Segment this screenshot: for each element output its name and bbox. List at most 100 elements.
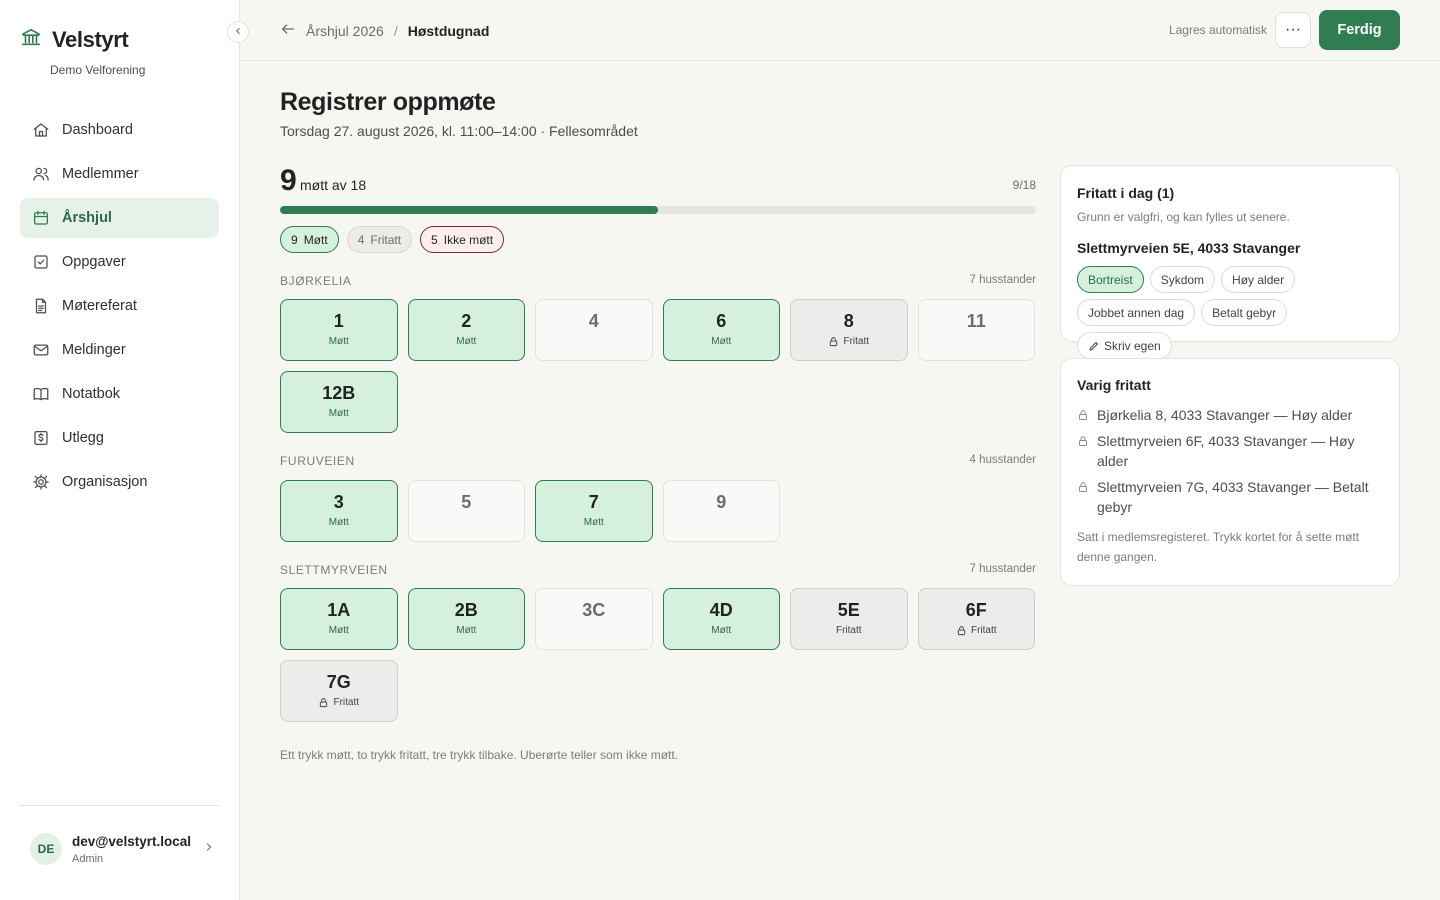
house-card[interactable]: 6 Møtt (662, 299, 780, 361)
house-number: 2 (461, 311, 472, 331)
user-email: dev@velstyrt.local (72, 833, 191, 849)
house-card[interactable]: 3 Møtt (280, 480, 398, 542)
receipt-icon (32, 429, 50, 447)
house-number: 3 (333, 492, 344, 512)
summary-count: 5 (431, 232, 438, 247)
house-status-label: Fritatt (835, 625, 862, 636)
summary-chip-met: 9 Møtt (280, 226, 339, 253)
reason-chip[interactable]: Sykdom (1149, 266, 1216, 293)
sidebar-item-oppgaver[interactable]: Oppgaver (20, 242, 219, 282)
sidebar-item-møtereferat[interactable]: Møtereferat (20, 286, 219, 326)
house-number: 8 (843, 311, 854, 331)
permanent-exempt-item[interactable]: Slettmyrveien 6F, 4033 Stavanger — Høy a… (1077, 431, 1383, 471)
breadcrumb-current: Høstdugnad (407, 22, 490, 39)
permanent-exempt-note: Satt i medlemsregisteret. Trykk kortet f… (1077, 530, 1360, 564)
permanent-exempt-card: Varig fritatt Bjørkelia 8, 4033 Stavange… (1060, 358, 1400, 586)
sidebar-item-meldinger[interactable]: Meldinger (20, 330, 219, 370)
exempt-today-description: Grunn er valgfri, og kan fylles ut sener… (1077, 210, 1290, 224)
topbar: Årshjul 2026 / Høstdugnad Lagres automat… (240, 0, 1440, 61)
house-status: Fritatt (828, 336, 869, 347)
household-count: 4 husstander (969, 454, 1037, 466)
house-card[interactable]: 4 (535, 299, 653, 361)
house-card[interactable]: 11 (917, 299, 1035, 361)
house-status-label: Fritatt (970, 625, 997, 636)
breadcrumb-parent[interactable]: Årshjul 2026 (306, 23, 384, 39)
summary-label: Møtt (303, 232, 328, 247)
house-number: 5 (461, 492, 472, 512)
house-card[interactable]: 7G Fritatt (280, 660, 398, 722)
brand[interactable]: Velstyrt (20, 26, 129, 53)
sidebar-item-årshjul[interactable]: Årshjul (20, 198, 219, 238)
house-number: 12B (322, 383, 356, 403)
collapse-sidebar-button[interactable] (227, 21, 249, 43)
event-details: Torsdag 27. august 2026, kl. 11:00–14:00… (280, 123, 638, 139)
reason-chip[interactable]: Skriv egen (1077, 332, 1172, 359)
house-status-label: Fritatt (843, 336, 870, 347)
house-card[interactable]: 1A Møtt (280, 588, 398, 650)
lock-icon (1077, 431, 1089, 471)
house-card[interactable]: 5 (407, 480, 525, 542)
brand-name: Velstyrt (52, 26, 129, 52)
permanent-exempt-item[interactable]: Bjørkelia 8, 4033 Stavanger — Høy alder (1077, 405, 1383, 425)
exempt-address: Slettmyrveien 5E, 4033 Stavanger (1077, 240, 1301, 256)
house-card[interactable]: 3C (535, 588, 653, 650)
more-icon: ··· (1285, 21, 1301, 38)
house-status-label: Møtt (456, 625, 477, 636)
sidebar-item-dashboard[interactable]: Dashboard (20, 110, 219, 150)
mail-icon (32, 341, 50, 359)
house-card[interactable]: 2B Møtt (407, 588, 525, 650)
house-status-label: Møtt (328, 336, 349, 347)
house-number: 5E (837, 600, 860, 620)
street-header: FURUVEIEN 4 husstander (280, 454, 1036, 470)
sidebar-item-utlegg[interactable]: Utlegg (20, 418, 219, 458)
gear-icon (32, 473, 50, 491)
reason-chip[interactable]: Bortreist (1077, 266, 1144, 293)
house-status: Møtt (456, 336, 476, 347)
house-card[interactable]: 1 Møtt (280, 299, 398, 361)
house-card[interactable]: 2 Møtt (407, 299, 525, 361)
summary-chips: 9 Møtt 4 Fritatt 5 Ikke møtt (280, 226, 505, 253)
house-card[interactable]: 6F Fritatt (917, 588, 1035, 650)
house-card[interactable]: 4D Møtt (662, 588, 780, 650)
more-options-button[interactable]: ··· (1275, 12, 1311, 48)
street-header: BJØRKELIA 7 husstander (280, 274, 1036, 290)
back-arrow-icon[interactable] (280, 21, 296, 40)
reason-chip[interactable]: Høy alder (1221, 266, 1296, 293)
summary-chip-exempt: 4 Fritatt (346, 226, 413, 253)
sidebar-item-medlemmer[interactable]: Medlemmer (20, 154, 219, 194)
sidebar-item-notatbok[interactable]: Notatbok (20, 374, 219, 414)
reason-chips: Bortreist Sykdom Høy alder Jobbet annen dag… (1077, 266, 1387, 359)
autosave-status: Lagres automatisk (1168, 23, 1267, 37)
house-number: 6F (965, 600, 987, 620)
house-card[interactable]: 12B Møtt (280, 371, 398, 433)
lock-icon (956, 625, 967, 636)
sidebar-item-label: Medlemmer (62, 166, 139, 182)
house-card[interactable]: 7 Møtt (535, 480, 653, 542)
sidebar-item-organisasjon[interactable]: Organisasjon (20, 462, 219, 502)
reason-label: Høy alder (1232, 272, 1285, 287)
house-status: Møtt (584, 517, 604, 528)
house-status: Fritatt (956, 625, 997, 636)
household-count: 7 husstander (969, 563, 1037, 575)
house-number: 2B (454, 600, 478, 620)
lock-icon (318, 697, 329, 708)
sidebar-item-label: Dashboard (62, 122, 133, 138)
sidebar-nav: Dashboard Medlemmer Årshjul Oppgaver Møteref… (20, 110, 219, 506)
house-card[interactable]: 9 (662, 480, 780, 542)
user-menu[interactable]: DE dev@velstyrt.local Admin (30, 832, 215, 866)
reason-chip[interactable]: Jobbet annen dag (1077, 299, 1196, 326)
progress-fill (280, 206, 658, 214)
sidebar-item-label: Utlegg (62, 430, 104, 446)
permanent-exempt-item[interactable]: Slettmyrveien 7G, 4033 Stavanger — Betal… (1077, 477, 1383, 517)
house-card[interactable]: 8 Fritatt (790, 299, 908, 361)
reason-label: Jobbet annen dag (1088, 305, 1185, 320)
reason-chip[interactable]: Betalt gebyr (1201, 299, 1288, 326)
met-count-label: møtt av 18 (300, 177, 367, 193)
reason-label: Sykdom (1160, 272, 1205, 287)
sidebar-item-label: Årshjul (62, 210, 112, 226)
document-icon (32, 297, 50, 315)
met-count: 9 (280, 164, 297, 197)
done-button[interactable]: Ferdig (1319, 10, 1400, 50)
house-card[interactable]: 5E Fritatt (790, 588, 908, 650)
house-number: 1A (327, 600, 351, 620)
